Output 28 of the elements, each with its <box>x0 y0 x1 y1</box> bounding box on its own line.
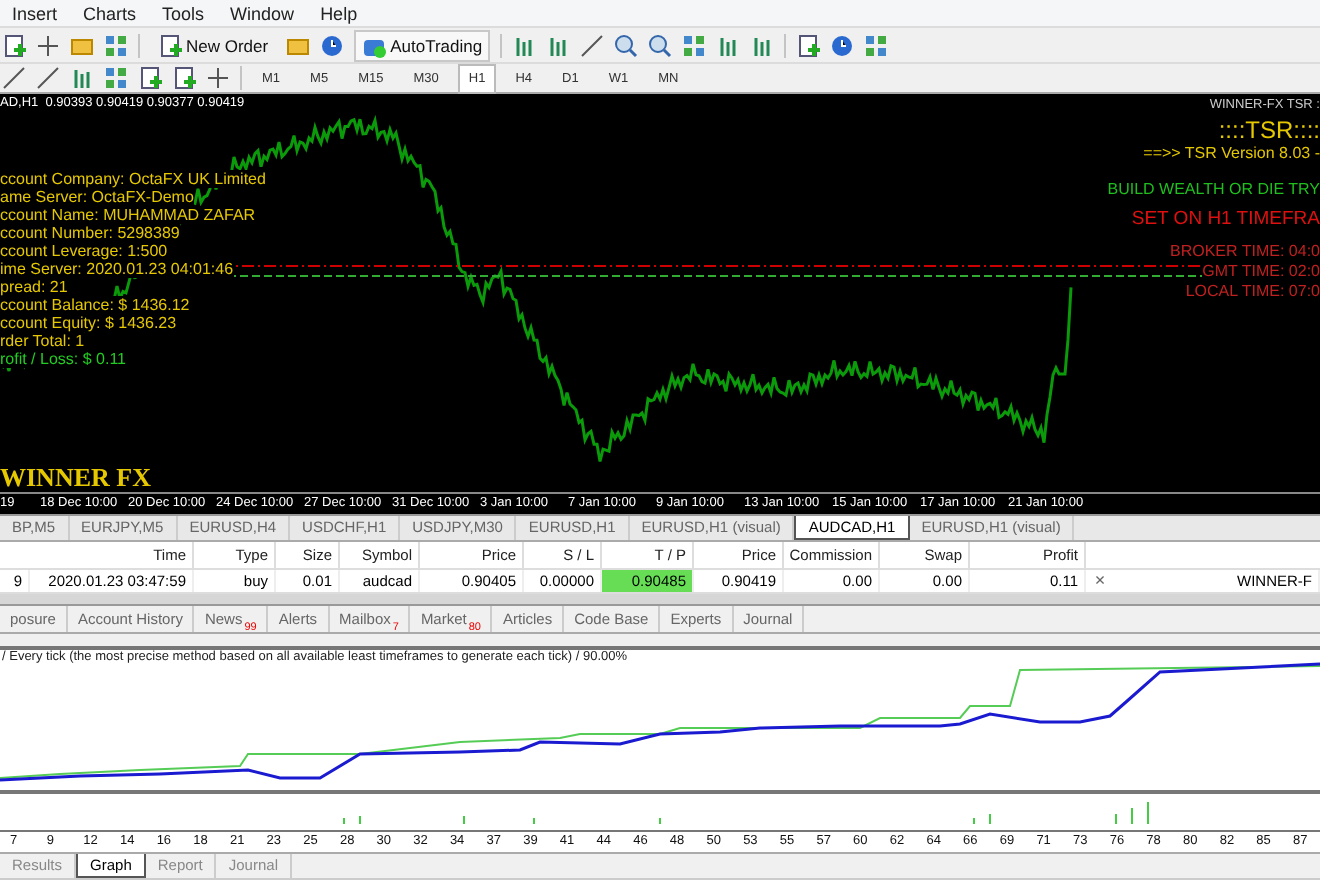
auto-trading-button[interactable]: AutoTrading <box>354 29 491 61</box>
bar-chart-icon[interactable] <box>512 33 537 57</box>
menu-item[interactable]: Help <box>320 3 358 23</box>
menu-item[interactable]: Tools <box>162 3 205 23</box>
time-readout: GMT TIME: 02:0 <box>1202 262 1320 282</box>
menu-item[interactable]: Window <box>230 3 295 23</box>
close-order-button[interactable]: × <box>1086 570 1114 592</box>
menu-item[interactable]: Insert <box>12 3 58 23</box>
new-order-icon[interactable] <box>158 33 182 57</box>
zoom-in-icon[interactable] <box>614 33 639 57</box>
box-icon[interactable] <box>286 33 311 57</box>
new-order-button[interactable]: New Order <box>150 29 277 61</box>
trendline-icon[interactable] <box>36 66 60 90</box>
slogan-text: BUILD WEALTH OR DIE TRY <box>1107 179 1320 199</box>
window-icon[interactable] <box>104 33 128 57</box>
version-text: ==>> TSR Version 8.03 - <box>1143 143 1320 163</box>
tile-windows-icon[interactable] <box>682 33 707 57</box>
line-chart-icon[interactable] <box>580 33 605 57</box>
time-readout: LOCAL TIME: 07:0 <box>1185 282 1320 302</box>
zoom-out-icon[interactable] <box>648 33 673 57</box>
timeframe-note: SET ON H1 TIMEFRA <box>1131 207 1320 230</box>
chart-icon[interactable] <box>2 33 26 57</box>
tsr-title: ::::TSR:::: <box>1218 115 1320 143</box>
logo-text: WINNER FX <box>0 462 151 494</box>
clock-icon[interactable] <box>830 33 855 57</box>
time-readout: BROKER TIME: 04:0 <box>1170 242 1320 262</box>
crosshair-icon[interactable] <box>36 33 60 57</box>
menu-item[interactable]: Charts <box>83 3 137 23</box>
